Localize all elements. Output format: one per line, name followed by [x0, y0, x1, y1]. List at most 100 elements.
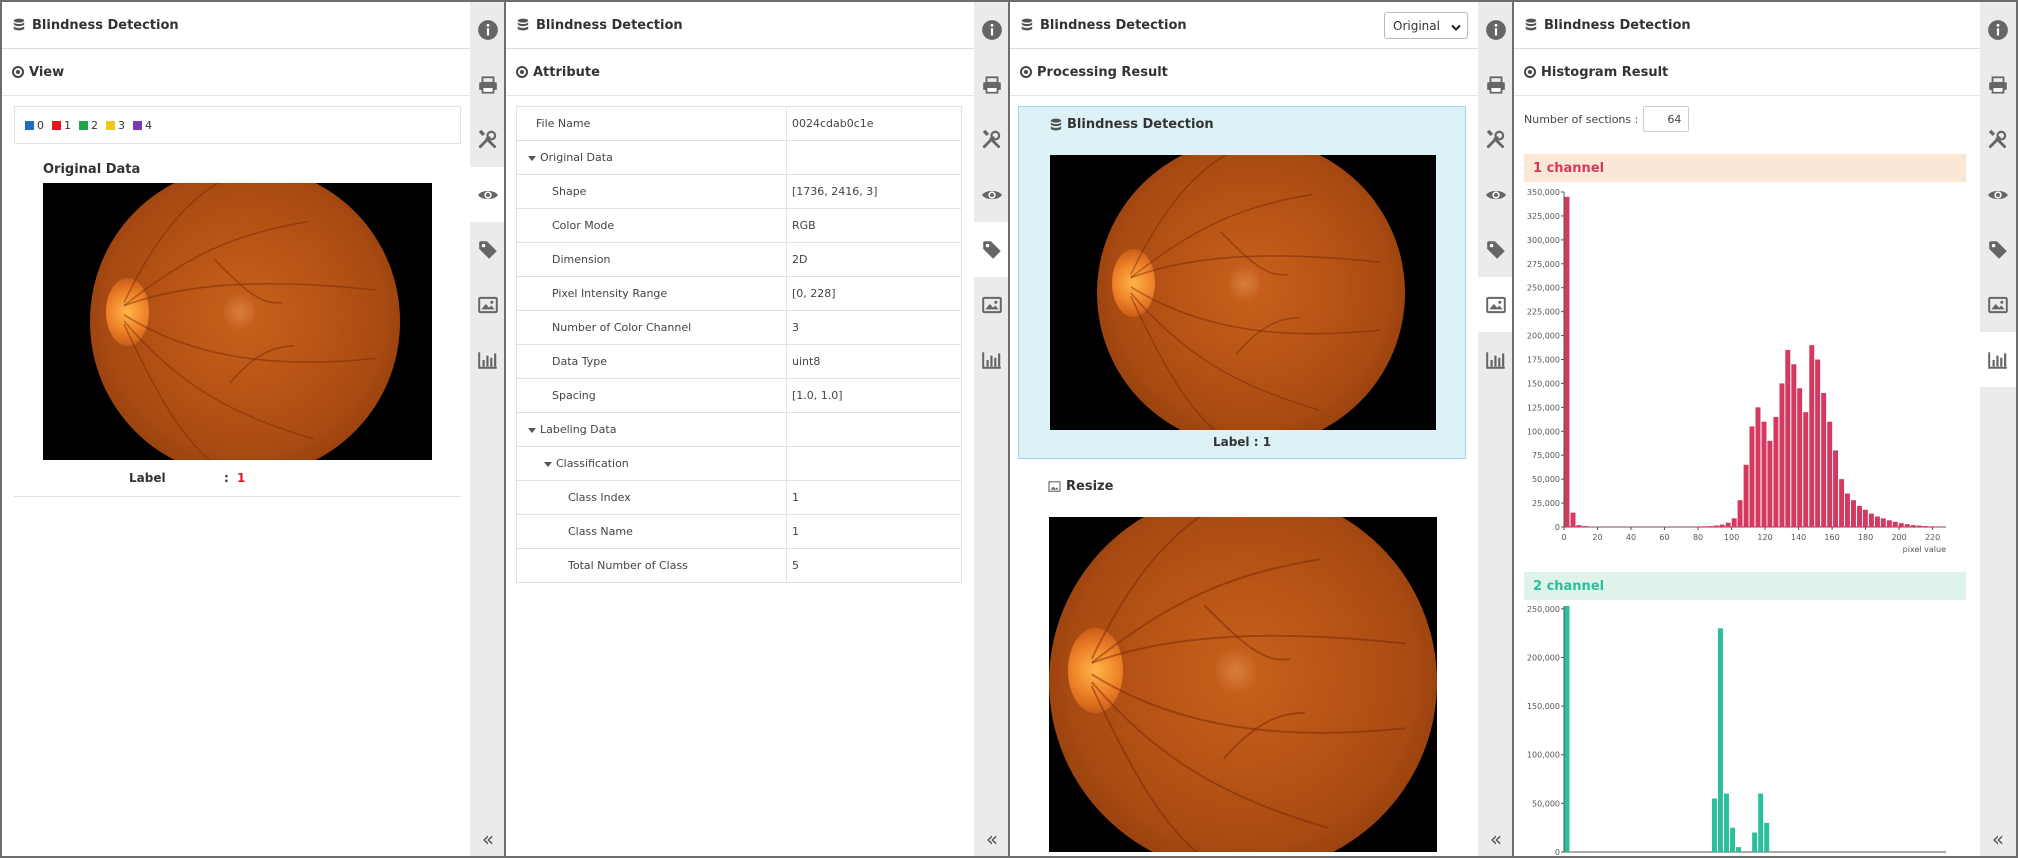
attribute-row: Data Type uint8	[516, 344, 962, 379]
sections-input[interactable]: 64	[1643, 106, 1690, 132]
x-tick-label: 220	[1925, 533, 1940, 542]
x-tick-label: 120	[1757, 533, 1772, 542]
toolbar-eye-button[interactable]	[1478, 167, 1514, 222]
attribute-key-cell: Number of Color Channel	[516, 310, 787, 345]
toolbar-print-button[interactable]	[974, 57, 1010, 112]
toolbar-image-button[interactable]	[1478, 277, 1514, 332]
eye-icon	[1485, 184, 1507, 206]
attribute-key-cell: Spacing	[516, 378, 787, 413]
toolbar-tools-button[interactable]	[470, 112, 506, 167]
toolbar-info-button[interactable]	[470, 2, 506, 57]
side-toolbar: «	[974, 2, 1010, 856]
y-tick-label: 300,000	[1527, 236, 1560, 245]
histogram-bar	[1767, 440, 1773, 527]
expand-caret-icon[interactable]	[528, 427, 536, 433]
collapse-button[interactable]: «	[1980, 822, 2016, 856]
toolbar-histogram-button[interactable]	[1980, 332, 2016, 387]
image-mode-select[interactable]: Original	[1384, 12, 1468, 39]
toolbar-tag-button[interactable]	[974, 222, 1010, 277]
toolbar-histogram-button[interactable]	[974, 332, 1010, 387]
eye-icon	[1987, 184, 2009, 206]
panel-4: Blindness Detection Histogram Result Numbe…	[1512, 0, 2018, 858]
collapse-button[interactable]: «	[470, 822, 506, 856]
histogram-bar	[1827, 421, 1833, 527]
section-header[interactable]: Processing Result	[1010, 49, 1478, 96]
attribute-row[interactable]: Original Data	[516, 140, 962, 175]
toolbar-tools-button[interactable]	[974, 112, 1010, 167]
x-tick-label: 140	[1791, 533, 1806, 542]
toolbar-print-button[interactable]	[1980, 57, 2016, 112]
panel-header: Blindness Detection Original	[1010, 2, 1478, 49]
attribute-row: Total Number of Class 5	[516, 548, 962, 583]
toolbar-info-button[interactable]	[974, 2, 1010, 57]
resize-title: Resize	[1066, 479, 1114, 494]
toolbar-histogram-button[interactable]	[470, 332, 506, 387]
x-tick-label: 100	[1724, 533, 1739, 542]
toolbar-image-button[interactable]	[470, 277, 506, 332]
toolbar-info-button[interactable]	[1980, 2, 2016, 57]
y-tick-label: 200,000	[1527, 653, 1560, 662]
channel-2-title: 2 channel	[1524, 572, 1966, 600]
toolbar-tools-button[interactable]	[1980, 112, 2016, 167]
image-icon	[1048, 481, 1061, 492]
x-tick-label: 60	[1659, 533, 1669, 542]
select-value: Original	[1393, 18, 1440, 33]
collapse-button[interactable]: «	[1478, 822, 1514, 856]
y-tick-label: 125,000	[1527, 403, 1560, 412]
attribute-row[interactable]: Labeling Data	[516, 412, 962, 447]
panel-title: Blindness Detection	[536, 17, 683, 33]
histogram-bar	[1928, 526, 1934, 527]
attribute-value-cell: RGB	[786, 208, 962, 243]
toolbar-tag-button[interactable]	[470, 222, 506, 277]
number-of-sections: Number of sections : 64	[1524, 106, 1690, 132]
y-tick-label: 250,000	[1527, 284, 1560, 293]
result-card-header: Blindness Detection	[1049, 117, 1214, 132]
toolbar-image-button[interactable]	[974, 277, 1010, 332]
histogram-bar	[1833, 450, 1839, 527]
collapse-button[interactable]: «	[974, 822, 1010, 856]
toolbar-eye-button[interactable]	[470, 167, 506, 222]
attribute-value-cell	[786, 446, 962, 481]
channel-1-histogram: 0 25,000 50,000 75,000 100,000 125,000 150,000…	[1527, 188, 1946, 554]
expand-caret-icon[interactable]	[528, 155, 536, 161]
attribute-value-cell: 1	[786, 480, 962, 515]
toolbar-tag-button[interactable]	[1478, 222, 1514, 277]
histogram-bar	[1764, 822, 1770, 852]
attribute-key: Classification	[556, 457, 629, 470]
expand-caret-icon[interactable]	[544, 461, 552, 467]
y-tick-label: 0	[1555, 523, 1560, 532]
attribute-key-cell: File Name	[516, 106, 787, 141]
toolbar-eye-button[interactable]	[1980, 167, 2016, 222]
section-header[interactable]: Histogram Result	[1514, 49, 1980, 96]
toolbar-print-button[interactable]	[470, 57, 506, 112]
toolbar-print-button[interactable]	[1478, 57, 1514, 112]
result-label: Label : 1	[1212, 435, 1272, 449]
channel-1-title: 1 channel	[1524, 154, 1966, 182]
attribute-value: 3	[792, 321, 799, 334]
attribute-value: [1736, 2416, 3]	[792, 185, 878, 198]
legend-swatch	[133, 120, 142, 130]
histogram-bar	[1731, 518, 1737, 527]
attribute-row[interactable]: Classification	[516, 446, 962, 481]
image-icon	[981, 294, 1003, 316]
toolbar-eye-button[interactable]	[974, 167, 1010, 222]
attribute-value-cell: 5	[786, 548, 962, 583]
y-tick-label: 175,000	[1527, 356, 1560, 365]
y-tick-label: 150,000	[1527, 379, 1560, 388]
attribute-key: Data Type	[552, 355, 608, 368]
histogram-bar	[1717, 628, 1723, 852]
toolbar-image-button[interactable]	[1980, 277, 2016, 332]
attribute-key: Class Index	[568, 491, 631, 504]
y-tick-label: 275,000	[1527, 260, 1560, 269]
histogram-bar	[1910, 525, 1916, 527]
toolbar-histogram-button[interactable]	[1478, 332, 1514, 387]
histogram-bar	[1743, 464, 1749, 527]
toolbar-info-button[interactable]	[1478, 2, 1514, 57]
toolbar-tools-button[interactable]	[1478, 112, 1514, 167]
histogram-bar	[1755, 407, 1761, 527]
toolbar-tag-button[interactable]	[1980, 222, 2016, 277]
panel-2: Blindness Detection Attribute File Name 002…	[504, 0, 1010, 858]
section-header[interactable]: View	[2, 49, 470, 96]
section-header[interactable]: Attribute	[506, 49, 974, 96]
info-icon	[1987, 19, 2009, 41]
